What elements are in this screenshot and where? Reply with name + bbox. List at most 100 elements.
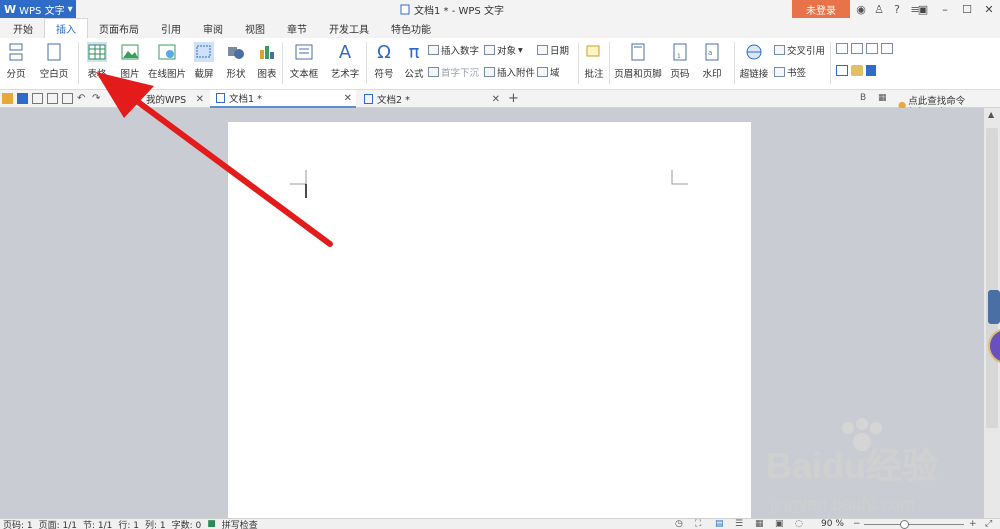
- bookmark-b-icon[interactable]: B: [860, 93, 866, 103]
- blank-page-button[interactable]: 空白页: [34, 38, 74, 80]
- symbol-button[interactable]: Ω 符号: [370, 38, 398, 81]
- close-icon[interactable]: ✕: [196, 94, 204, 105]
- panel-icon[interactable]: ▦: [878, 93, 887, 103]
- zoom-level[interactable]: 90 %: [818, 519, 847, 529]
- print-preview-icon[interactable]: [32, 93, 43, 104]
- date-button[interactable]: 日期: [537, 43, 569, 57]
- zoom-out-icon[interactable]: −: [850, 519, 864, 529]
- print-icon[interactable]: [62, 93, 73, 104]
- tool-icon[interactable]: [851, 65, 863, 76]
- tool-icon[interactable]: [866, 43, 878, 54]
- tab-insert[interactable]: 插入: [44, 18, 88, 38]
- zoom-expand-icon[interactable]: ⤢: [982, 519, 995, 529]
- close-button[interactable]: ✕: [978, 0, 1000, 18]
- tool-icon[interactable]: [836, 43, 848, 54]
- maximize-button[interactable]: ☐: [956, 0, 978, 18]
- window-title: 文档1 * - WPS 文字: [400, 2, 504, 17]
- tab-developer[interactable]: 开发工具: [318, 18, 380, 38]
- page-view-icon[interactable]: ▤: [712, 519, 727, 529]
- field-button[interactable]: 域: [537, 65, 560, 79]
- formula-button[interactable]: π 公式: [402, 38, 426, 81]
- tab-page-layout[interactable]: 页面布局: [88, 18, 150, 38]
- eye-protect-icon[interactable]: ◌: [792, 519, 806, 529]
- tab-document-1[interactable]: 文档1 * ✕: [210, 90, 356, 108]
- shape-button[interactable]: 形状: [222, 38, 250, 80]
- header-footer-button[interactable]: 页眉和页脚: [614, 38, 662, 80]
- history-icon[interactable]: ◷: [672, 519, 686, 529]
- tab-chapter[interactable]: 章节: [276, 18, 318, 38]
- login-button[interactable]: 未登录: [792, 0, 850, 18]
- omega-icon: Ω: [377, 41, 391, 63]
- page-break-button[interactable]: 分页: [3, 38, 29, 80]
- zoom-in-icon[interactable]: +: [966, 519, 980, 529]
- screenshot-button[interactable]: 截屏: [190, 38, 218, 80]
- online-picture-button[interactable]: 在线图片: [148, 38, 186, 80]
- vertical-scrollbar[interactable]: ▲: [984, 108, 1000, 518]
- scroll-up-icon[interactable]: ▲: [988, 110, 994, 119]
- online-picture-icon: [157, 42, 177, 62]
- status-page[interactable]: 页码: 1: [0, 518, 36, 529]
- insert-attachment-button[interactable]: 插入附件: [484, 65, 535, 79]
- tab-start[interactable]: 开始: [2, 18, 44, 38]
- status-pages[interactable]: 页面: 1/1: [36, 518, 80, 529]
- watermark-button[interactable]: a 水印: [698, 38, 726, 80]
- help-icon[interactable]: ?: [890, 3, 904, 16]
- status-word-count[interactable]: 字数: 0: [169, 518, 205, 529]
- hyperlink-button[interactable]: 超链接: [738, 38, 770, 80]
- chart-button[interactable]: 图表: [254, 38, 280, 80]
- read-mode-icon[interactable]: ▣: [772, 519, 787, 529]
- picture-button[interactable]: 图片: [116, 38, 144, 80]
- spell-check-button[interactable]: 拼写检查: [219, 518, 261, 529]
- restore-icon[interactable]: ▣: [912, 0, 934, 18]
- page-number-button[interactable]: 1 页码: [666, 38, 694, 80]
- tab-review[interactable]: 审阅: [192, 18, 234, 38]
- drop-cap-button[interactable]: 首字下沉: [428, 65, 479, 79]
- screenshot-icon: [194, 42, 214, 62]
- bookmark-icon: [774, 67, 785, 77]
- export-icon[interactable]: [47, 93, 58, 104]
- cross-reference-button[interactable]: 交叉引用: [774, 43, 825, 57]
- close-icon[interactable]: ✕: [344, 93, 352, 104]
- outline-view-icon[interactable]: ☰: [732, 519, 746, 529]
- tab-view[interactable]: 视图: [234, 18, 276, 38]
- ribbon-tabs: 开始 插入 页面布局 引用 审阅 视图 章节 开发工具 特色功能: [0, 18, 1000, 38]
- fullscreen-icon[interactable]: ⛶: [692, 519, 704, 529]
- ribbon-insert: 分页 空白页 表格 图片 在线图片 截屏 形状 图表 文本框 A 艺术字 Ω 符…: [0, 38, 1000, 90]
- table-button[interactable]: 表格: [84, 38, 110, 80]
- object-button[interactable]: 对象 ▾: [484, 43, 523, 57]
- close-icon[interactable]: ✕: [492, 94, 500, 105]
- shape-label: 形状: [226, 69, 246, 80]
- insert-number-button[interactable]: 插入数字: [428, 43, 479, 57]
- app-menu-button[interactable]: W WPS 文字 ▾: [0, 0, 76, 18]
- table-icon: [87, 42, 107, 62]
- save-icon[interactable]: [17, 93, 28, 104]
- page-break-label: 分页: [6, 69, 26, 80]
- textbox-button[interactable]: 文本框: [286, 38, 322, 80]
- document-page[interactable]: [228, 122, 751, 522]
- bookmark-button[interactable]: 书签: [774, 65, 806, 79]
- tool-icon[interactable]: [836, 65, 848, 76]
- shirt-icon[interactable]: ♙: [872, 3, 886, 16]
- tool-icon[interactable]: [881, 43, 893, 54]
- redo-icon[interactable]: ↷: [92, 93, 103, 104]
- tab-special[interactable]: 特色功能: [380, 18, 442, 38]
- web-view-icon[interactable]: ▦: [752, 519, 767, 529]
- open-icon[interactable]: [2, 93, 13, 104]
- skin-icon[interactable]: ◉: [854, 3, 868, 16]
- lock-icon[interactable]: [866, 65, 876, 76]
- zoom-slider-handle[interactable]: [900, 520, 909, 529]
- minimize-button[interactable]: –: [934, 0, 956, 18]
- tab-my-wps[interactable]: 我的WPS ✕: [140, 90, 208, 108]
- tab-references[interactable]: 引用: [150, 18, 192, 38]
- status-section[interactable]: 节: 1/1: [80, 518, 115, 529]
- float-widget[interactable]: [988, 290, 1000, 324]
- wordart-button[interactable]: A 艺术字: [326, 38, 364, 81]
- tool-icon[interactable]: [851, 43, 863, 54]
- comment-button[interactable]: 批注: [582, 38, 606, 80]
- document-canvas: [0, 108, 984, 522]
- tab-document-2[interactable]: 文档2 * ✕: [358, 90, 504, 108]
- undo-icon[interactable]: ↶: [77, 93, 88, 104]
- zoom-slider[interactable]: [864, 524, 964, 525]
- scroll-thumb[interactable]: [986, 128, 998, 428]
- new-tab-icon[interactable]: +: [508, 91, 519, 106]
